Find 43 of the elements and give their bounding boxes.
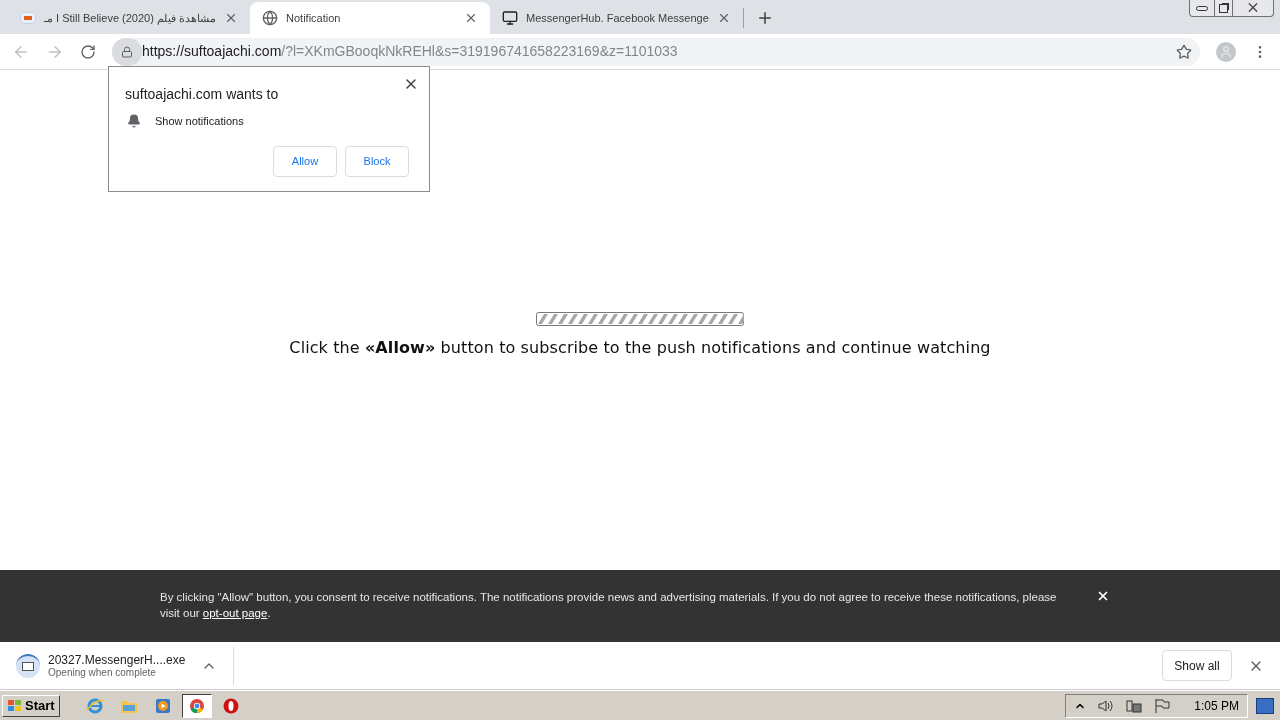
lock-icon — [121, 45, 133, 58]
download-status: Opening when complete — [48, 667, 157, 678]
site-info-button[interactable] — [112, 37, 142, 66]
consent-period: . — [267, 607, 271, 619]
bookmark-star-icon[interactable] — [1176, 43, 1192, 60]
close-tab-icon[interactable] — [224, 11, 238, 25]
globe-icon — [262, 10, 278, 26]
tab-title: Notification — [286, 10, 342, 26]
opera-icon — [222, 697, 239, 714]
instruction-text: Click the «Allow» button to subscribe to the push notifications and continue watching — [289, 337, 991, 359]
show-all-button[interactable]: Show all — [1162, 650, 1232, 681]
browser-tab[interactable]: مشاهدة فيلم I Still Believe (2020) مـ — [8, 2, 250, 34]
permission-label: Show notifications — [155, 114, 244, 129]
media-player-icon — [154, 697, 171, 714]
permission-button[interactable]: Allow — [273, 145, 337, 177]
popup-title: suftoajachi.com wants to — [125, 85, 280, 104]
network-icon[interactable] — [1126, 697, 1143, 714]
chrome-icon — [188, 697, 205, 714]
url-host: https://suftoajachi.com — [142, 42, 282, 61]
download-filename[interactable]: 20327.MessengerH....exe — [48, 653, 186, 667]
close-tab-icon[interactable] — [464, 11, 478, 25]
monitor-icon — [502, 10, 518, 26]
browser-tab[interactable]: MessengerHub. Facebook Messenge — [490, 2, 743, 34]
taskbar-app[interactable] — [181, 693, 212, 718]
speaker-icon[interactable] — [1098, 698, 1115, 713]
consent-text: By clicking "Allow" button, you consent to receive notifications. The notifications provide news and advertising materials. If you do not agree to receive these notifications, please visit our opt-out page. — [160, 590, 1058, 621]
bell-icon — [127, 114, 141, 129]
tab-title: MessengerHub. Facebook Messenge — [526, 10, 709, 26]
clock: 1:05 PM — [1194, 697, 1239, 715]
site-logo-icon — [20, 12, 36, 24]
download-file-icon — [16, 653, 40, 678]
browser-tab[interactable]: Notification — [250, 2, 490, 34]
ie-icon — [85, 696, 104, 715]
show-desktop-button[interactable] — [1256, 697, 1274, 714]
flag-icon[interactable] — [1154, 697, 1171, 714]
reload-icon[interactable] — [80, 43, 96, 60]
windows-logo-icon — [7, 698, 23, 713]
start-button[interactable]: Start — [2, 694, 60, 717]
permission-button[interactable]: Block — [345, 145, 409, 177]
tab-title: مشاهدة فيلم I Still Believe (2020) مـ — [44, 10, 216, 27]
url-path: /?l=XKmGBooqkNkREHl&s=319196741658223169&z=1101033 — [281, 42, 679, 61]
close-banner-icon[interactable] — [1096, 589, 1110, 603]
address-field[interactable]: https://suftoajachi.com/?l=XKmGBooqkNkREHl&s=319196741658223169&z=1101033 — [112, 37, 1200, 66]
